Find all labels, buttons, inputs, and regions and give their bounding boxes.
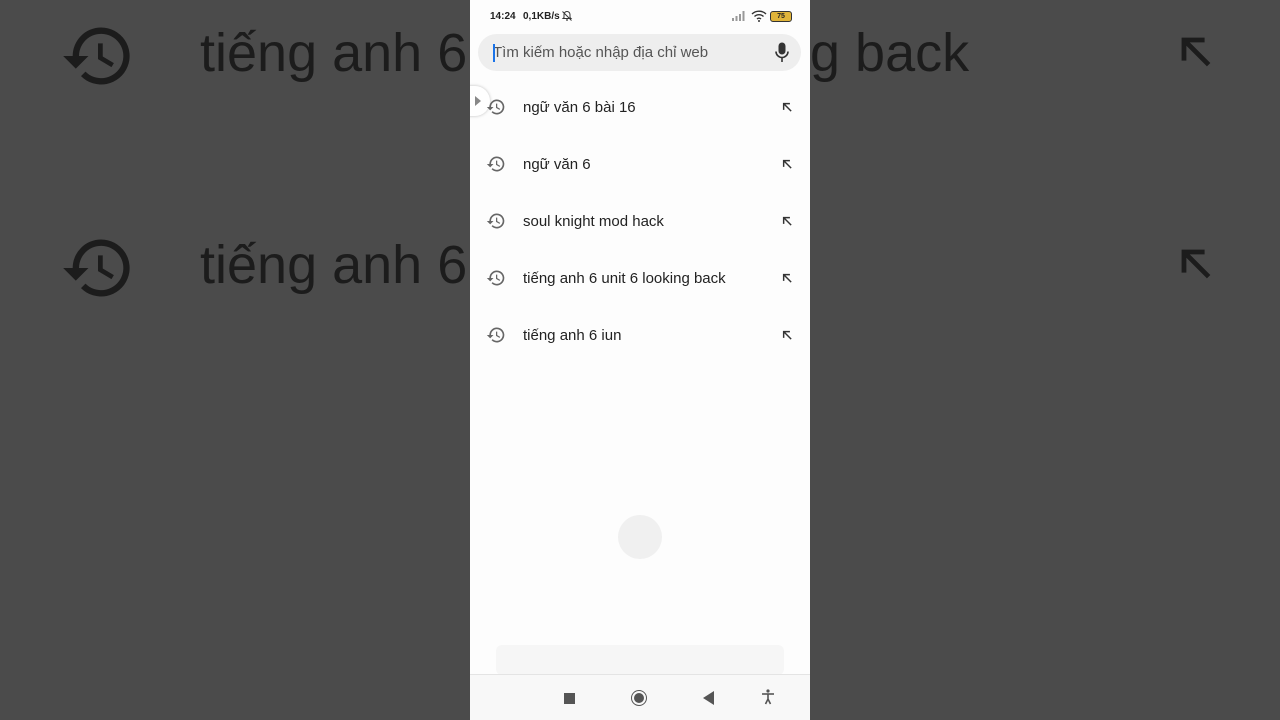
history-icon	[486, 270, 505, 286]
ghost-button	[496, 645, 784, 675]
wifi-icon	[751, 10, 767, 22]
background-text: tiếng anh 6	[200, 23, 468, 83]
network-speed: 0,1KB/s	[523, 11, 560, 22]
arrow-up-left-icon[interactable]	[780, 328, 794, 342]
suggestion-text: tiếng anh 6 iun	[523, 327, 622, 344]
navigation-bar	[470, 674, 810, 720]
signal-icon	[732, 11, 745, 21]
battery-indicator: 75	[770, 11, 792, 22]
history-icon	[486, 327, 505, 343]
arrow-up-left-icon[interactable]	[780, 271, 794, 285]
suggestion-item[interactable]: tiếng anh 6 unit 6 looking back	[470, 250, 810, 307]
background-text-right: g back	[810, 23, 970, 83]
suggestion-item[interactable]: soul knight mod hack	[470, 193, 810, 250]
search-bar[interactable]	[478, 34, 801, 71]
back-icon[interactable]	[703, 691, 715, 705]
home-icon[interactable]	[631, 690, 647, 706]
phone-screen: 14:24 0,1KB/s 75 Tìm kiếm hoặc nhập địa …	[470, 0, 810, 720]
bell-off-icon	[561, 10, 573, 21]
mic-icon[interactable]	[775, 42, 789, 63]
history-icon	[63, 27, 130, 85]
search-input[interactable]	[488, 34, 758, 71]
suggestion-text: ngữ văn 6 bài 16	[523, 99, 636, 116]
history-icon	[486, 156, 505, 172]
suggestion-text: soul knight mod hack	[523, 213, 664, 230]
history-icon	[63, 239, 130, 297]
history-icon	[486, 213, 505, 229]
suggestion-item[interactable]: ngữ văn 6 bài 16	[470, 79, 810, 136]
arrow-up-left-icon	[1181, 249, 1211, 279]
background-text: tiếng anh 6	[200, 235, 468, 295]
status-bar: 14:24 0,1KB/s 75	[470, 0, 810, 32]
recents-icon[interactable]	[564, 693, 575, 704]
suggestion-text: tiếng anh 6 unit 6 looking back	[523, 270, 726, 287]
suggestion-text: ngữ văn 6	[523, 156, 591, 173]
arrow-up-left-icon[interactable]	[780, 157, 794, 171]
arrow-up-left-icon[interactable]	[780, 100, 794, 114]
arrow-up-left-icon	[1181, 37, 1211, 67]
suggestion-item[interactable]: tiếng anh 6 iun	[470, 307, 810, 364]
ghost-avatar	[618, 515, 662, 559]
accessibility-icon[interactable]	[761, 689, 775, 705]
arrow-up-left-icon[interactable]	[780, 214, 794, 228]
status-time: 14:24	[490, 11, 516, 22]
suggestion-item[interactable]: ngữ văn 6	[470, 136, 810, 193]
history-icon	[486, 99, 505, 115]
text-cursor	[493, 44, 495, 62]
